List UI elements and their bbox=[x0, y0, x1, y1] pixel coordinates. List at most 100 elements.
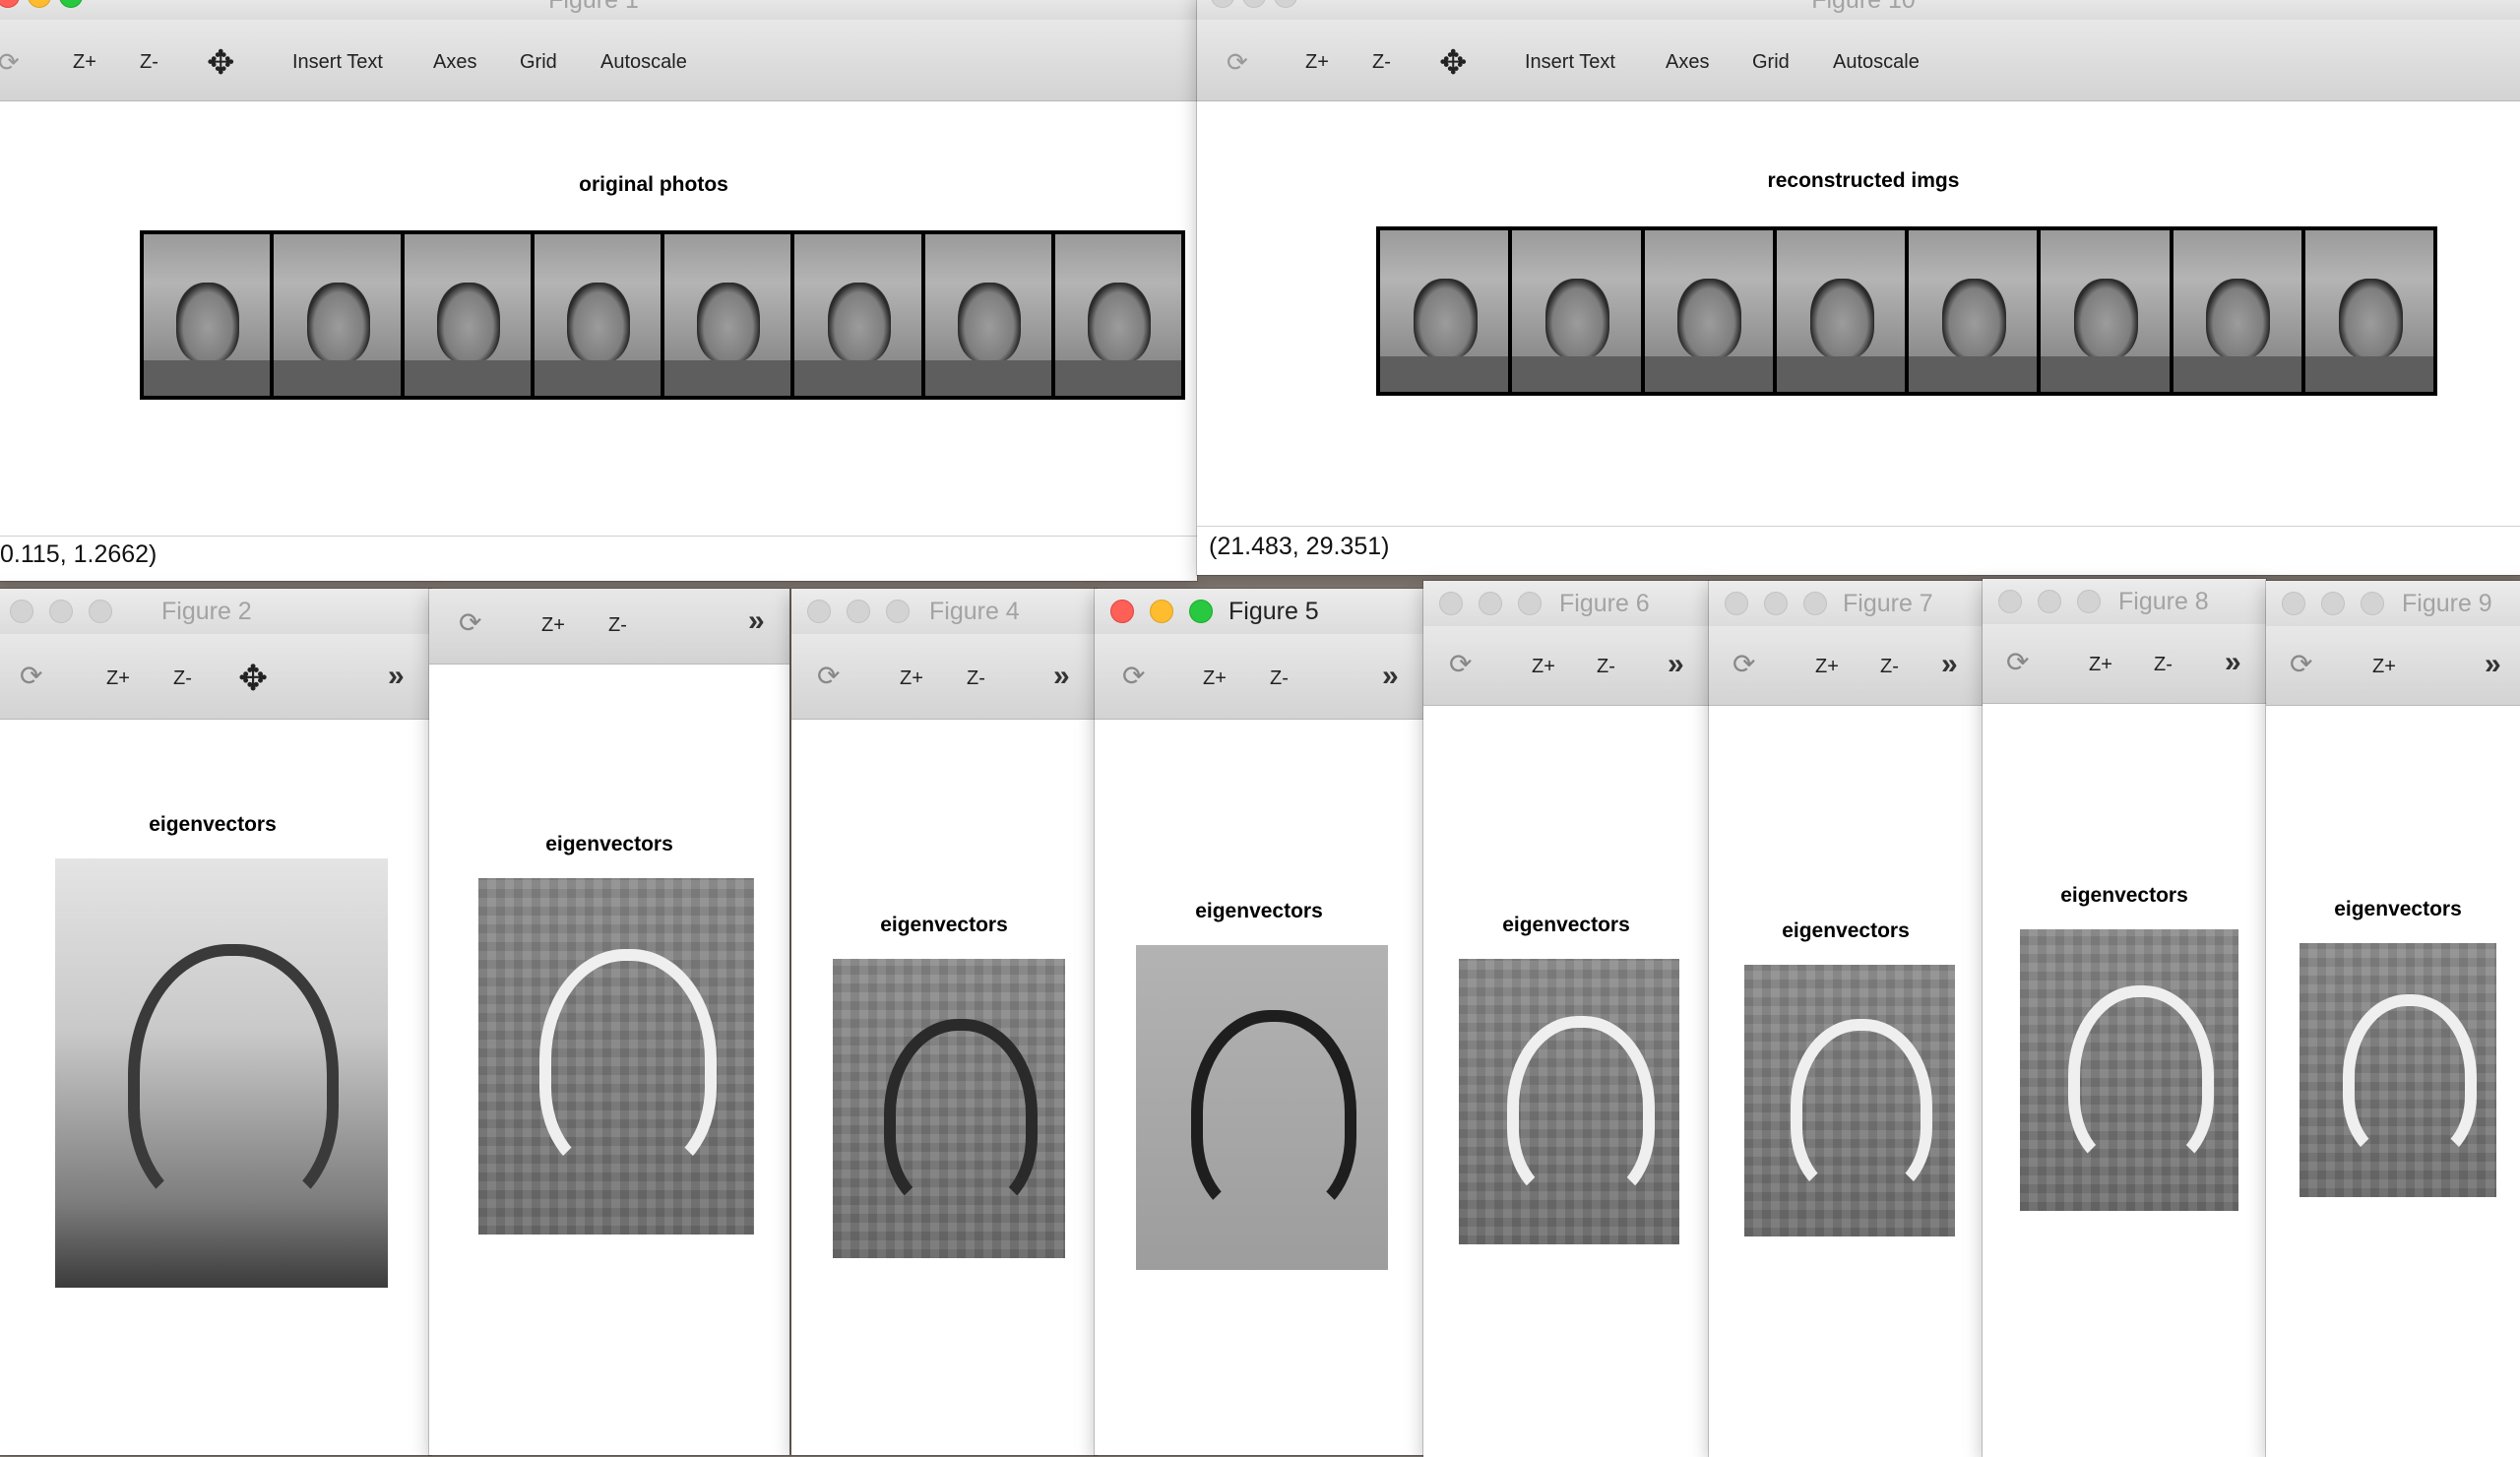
figure-10-titlebar[interactable]: Figure 10 bbox=[1197, 0, 2520, 20]
plot-title: eigenvectors bbox=[880, 914, 1008, 936]
close-button[interactable] bbox=[1110, 600, 1134, 623]
zoom-button[interactable] bbox=[886, 600, 910, 623]
chevron-double-right-icon[interactable]: » bbox=[2225, 646, 2241, 679]
window-title: Figure 10 bbox=[1811, 0, 1916, 14]
minimize-button[interactable] bbox=[847, 600, 870, 623]
figure-1-toolbar: ⟳ Z+ Z- ✥ Insert Text Axes Grid Autoscal… bbox=[0, 20, 1197, 101]
plot-title: eigenvectors bbox=[2334, 898, 2462, 920]
reset-view-icon[interactable]: ⟳ bbox=[2006, 646, 2029, 678]
zoom-button[interactable] bbox=[59, 0, 83, 8]
chevron-double-right-icon[interactable]: » bbox=[388, 660, 405, 693]
insert-text-button[interactable]: Insert Text bbox=[292, 51, 383, 74]
figure-7-titlebar[interactable]: Figure 7 bbox=[1709, 581, 1983, 626]
reset-view-icon[interactable]: ⟳ bbox=[0, 47, 20, 78]
chevron-double-right-icon[interactable]: » bbox=[1941, 648, 1958, 681]
figure-10-window: Figure 10 ⟳ Z+ Z- ✥ Insert Text Axes Gri… bbox=[1197, 0, 2520, 575]
reset-view-icon[interactable]: ⟳ bbox=[1449, 648, 1472, 680]
figure-2-titlebar[interactable]: Figure 2 bbox=[0, 589, 431, 634]
grid-button[interactable]: Grid bbox=[520, 51, 557, 74]
zoom-in-button[interactable]: Z+ bbox=[1203, 667, 1227, 690]
eigenvector-image bbox=[1744, 965, 1955, 1236]
face-photo bbox=[1909, 230, 2038, 392]
plot-title: eigenvectors bbox=[545, 833, 673, 855]
close-button[interactable] bbox=[0, 0, 20, 8]
reset-view-icon[interactable]: ⟳ bbox=[817, 660, 840, 692]
minimize-button[interactable] bbox=[2038, 590, 2061, 613]
pan-arrows-icon[interactable]: ✥ bbox=[207, 43, 235, 83]
face-photo bbox=[274, 234, 401, 396]
zoom-out-button[interactable]: Z- bbox=[608, 614, 627, 637]
reset-view-icon[interactable]: ⟳ bbox=[1732, 648, 1755, 680]
zoom-out-button[interactable]: Z- bbox=[173, 667, 192, 690]
chevron-double-right-icon[interactable]: » bbox=[2485, 648, 2501, 681]
zoom-button[interactable] bbox=[2361, 592, 2384, 615]
axes-button[interactable]: Axes bbox=[1666, 51, 1709, 74]
autoscale-button[interactable]: Autoscale bbox=[1833, 51, 1920, 74]
zoom-in-button[interactable]: Z+ bbox=[2089, 654, 2112, 676]
zoom-in-button[interactable]: Z+ bbox=[106, 667, 130, 690]
zoom-in-button[interactable]: Z+ bbox=[900, 667, 923, 690]
zoom-out-button[interactable]: Z- bbox=[1372, 51, 1391, 74]
zoom-out-button[interactable]: Z- bbox=[2154, 654, 2173, 676]
chevron-double-right-icon[interactable]: » bbox=[748, 604, 765, 638]
close-button[interactable] bbox=[1725, 592, 1748, 615]
zoom-in-button[interactable]: Z+ bbox=[1532, 656, 1555, 678]
zoom-out-button[interactable]: Z- bbox=[967, 667, 985, 690]
reset-view-icon[interactable]: ⟳ bbox=[459, 606, 481, 639]
zoom-button[interactable] bbox=[1518, 592, 1542, 615]
figure-4-titlebar[interactable]: Figure 4 bbox=[791, 589, 1097, 634]
face-photo bbox=[794, 234, 921, 396]
figure-4-toolbar: ⟳ Z+ Z- » bbox=[791, 634, 1097, 720]
insert-text-button[interactable]: Insert Text bbox=[1525, 51, 1615, 74]
minimize-button[interactable] bbox=[1764, 592, 1788, 615]
zoom-out-button[interactable]: Z- bbox=[1270, 667, 1289, 690]
pan-arrows-icon[interactable]: ✥ bbox=[238, 658, 268, 699]
zoom-button[interactable] bbox=[2077, 590, 2101, 613]
minimize-button[interactable] bbox=[1242, 0, 1266, 8]
zoom-in-button[interactable]: Z+ bbox=[1305, 51, 1329, 74]
figure-3-toolbar: ⟳ Z+ Z- » bbox=[429, 589, 789, 665]
zoom-button[interactable] bbox=[89, 600, 112, 623]
zoom-button[interactable] bbox=[1274, 0, 1297, 8]
reset-view-icon[interactable]: ⟳ bbox=[20, 660, 42, 692]
minimize-button[interactable] bbox=[49, 600, 73, 623]
close-button[interactable] bbox=[10, 600, 33, 623]
zoom-out-button[interactable]: Z- bbox=[1880, 656, 1899, 678]
window-title: Figure 8 bbox=[2118, 588, 2209, 615]
minimize-button[interactable] bbox=[1479, 592, 1502, 615]
zoom-in-button[interactable]: Z+ bbox=[2372, 656, 2396, 678]
chevron-double-right-icon[interactable]: » bbox=[1053, 660, 1070, 693]
figure-5-toolbar: ⟳ Z+ Z- » bbox=[1095, 634, 1423, 720]
zoom-in-button[interactable]: Z+ bbox=[1815, 656, 1839, 678]
grid-button[interactable]: Grid bbox=[1752, 51, 1790, 74]
close-button[interactable] bbox=[1439, 592, 1463, 615]
close-button[interactable] bbox=[2282, 592, 2305, 615]
reset-view-icon[interactable]: ⟳ bbox=[1227, 47, 1248, 78]
figure-5-titlebar[interactable]: Figure 5 bbox=[1095, 589, 1423, 634]
zoom-button[interactable] bbox=[1189, 600, 1213, 623]
zoom-out-button[interactable]: Z- bbox=[140, 51, 158, 74]
figure-6-titlebar[interactable]: Figure 6 bbox=[1423, 581, 1709, 626]
minimize-button[interactable] bbox=[1150, 600, 1173, 623]
zoom-in-button[interactable]: Z+ bbox=[73, 51, 96, 74]
figure-9-titlebar[interactable]: Figure 9 bbox=[2266, 581, 2520, 626]
figure-2-window: Figure 2 ⟳ Z+ Z- ✥ » eigenvectors bbox=[0, 589, 431, 1455]
zoom-button[interactable] bbox=[1803, 592, 1827, 615]
reset-view-icon[interactable]: ⟳ bbox=[1122, 660, 1145, 692]
minimize-button[interactable] bbox=[2321, 592, 2345, 615]
pan-arrows-icon[interactable]: ✥ bbox=[1439, 43, 1468, 83]
zoom-in-button[interactable]: Z+ bbox=[541, 614, 565, 637]
figure-8-titlebar[interactable]: Figure 8 bbox=[1983, 579, 2266, 624]
chevron-double-right-icon[interactable]: » bbox=[1668, 648, 1684, 681]
close-button[interactable] bbox=[1211, 0, 1234, 8]
zoom-out-button[interactable]: Z- bbox=[1597, 656, 1615, 678]
axes-button[interactable]: Axes bbox=[433, 51, 476, 74]
figure-1-titlebar[interactable]: Figure 1 bbox=[0, 0, 1197, 20]
close-button[interactable] bbox=[1998, 590, 2022, 613]
chevron-double-right-icon[interactable]: » bbox=[1382, 660, 1399, 693]
autoscale-button[interactable]: Autoscale bbox=[600, 51, 687, 74]
figure-1-window: Figure 1 ⟳ Z+ Z- ✥ Insert Text Axes Grid… bbox=[0, 0, 1197, 581]
close-button[interactable] bbox=[807, 600, 831, 623]
minimize-button[interactable] bbox=[28, 0, 51, 8]
reset-view-icon[interactable]: ⟳ bbox=[2290, 648, 2312, 680]
